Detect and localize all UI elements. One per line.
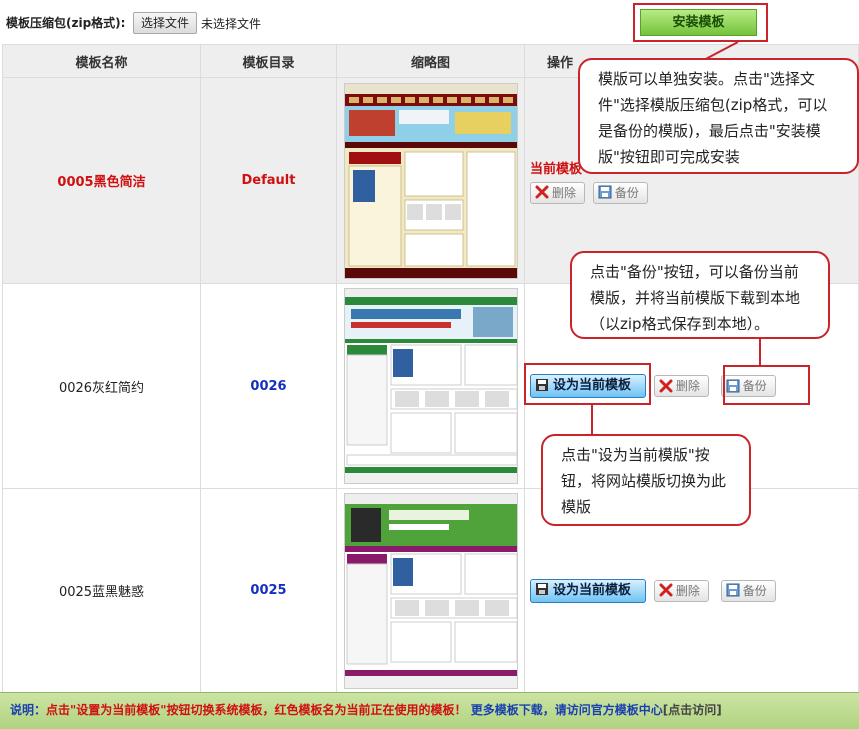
footer-blue-text: 更多模板下载，请访问官方模板中心: [470, 703, 663, 717]
backup-callout: 点击"备份"按钮，可以备份当前模版，并将当前模版下载到本地（以zip格式保存到本…: [570, 251, 830, 339]
footer-link[interactable]: [点击访问]: [663, 703, 722, 717]
set-current-callout: 点击"设为当前模版"按钮，将网站模版切换为此模版: [541, 434, 751, 526]
install-callout: 模版可以单独安装。点击"选择文件"选择模版压缩包(zip格式，可以是备份的模版)…: [578, 58, 859, 174]
footer-red-text: 点击"设置为当前模板"按钮切换系统模板，红色模板名为当前正在使用的模板！: [46, 703, 467, 717]
footer-note: 说明：点击"设置为当前模板"按钮切换系统模板，红色模板名为当前正在使用的模板！ …: [0, 692, 859, 729]
footer-prefix: 说明：: [10, 703, 47, 717]
